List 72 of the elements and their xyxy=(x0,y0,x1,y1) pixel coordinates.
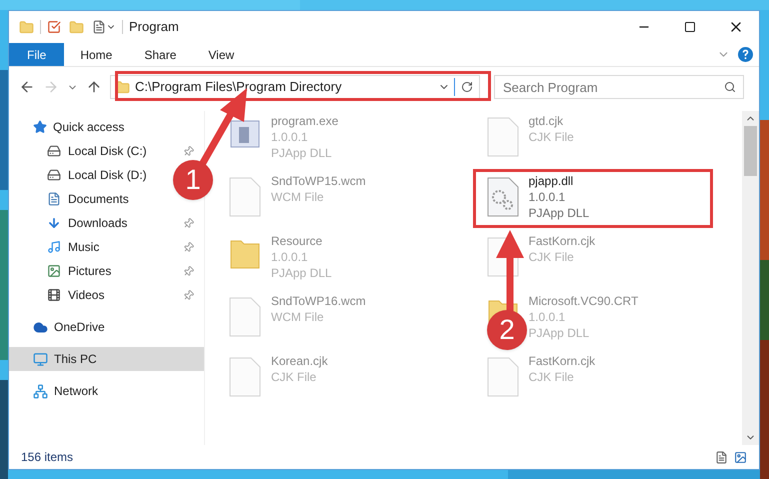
scrollbar[interactable] xyxy=(742,111,759,445)
nav-item[interactable]: Local Disk (C:) xyxy=(9,139,204,163)
scroll-thumb[interactable] xyxy=(744,126,757,176)
back-icon[interactable] xyxy=(19,79,35,95)
gear-file-icon xyxy=(486,177,518,217)
nav-item[interactable]: Documents xyxy=(9,187,133,211)
nav-item[interactable]: OneDrive xyxy=(9,315,204,339)
file-name: Resource xyxy=(271,233,324,249)
music-note-icon xyxy=(47,240,61,254)
nav-item[interactable]: Videos xyxy=(9,283,204,307)
blank-file-icon xyxy=(486,117,518,157)
drive-icon xyxy=(47,144,61,158)
ribbon-tab[interactable]: View xyxy=(192,43,250,66)
nav-item[interactable]: Network xyxy=(9,379,204,403)
monitor-icon xyxy=(33,352,48,366)
cloud-icon xyxy=(33,320,48,334)
network-icon xyxy=(33,384,48,398)
list-icon[interactable] xyxy=(92,20,106,34)
search-field[interactable]: Search Program xyxy=(494,75,744,99)
nav-item[interactable]: Pictures xyxy=(9,259,204,283)
picture-icon xyxy=(47,264,61,278)
file-name: pjapp.dll xyxy=(528,173,574,189)
file-name: gtd.cjk xyxy=(528,113,564,129)
file-detail: PJApp DLL xyxy=(528,205,590,221)
help-icon[interactable] xyxy=(738,47,753,62)
file-detail: PJApp DLL xyxy=(271,145,333,161)
file-detail: PJApp DLL xyxy=(528,325,590,341)
file-name: FastKorn.cjk xyxy=(528,353,596,369)
file-name: Microsoft.VC90.CRT xyxy=(528,293,638,309)
file-detail: 1.0.0.1 xyxy=(528,189,566,205)
nav-item[interactable]: Quick access xyxy=(9,115,204,139)
address-path: C:\Program Files\Program Directory xyxy=(135,78,342,96)
file-name: SndToWP16.wcm xyxy=(271,293,366,309)
nav-item[interactable]: Local Disk (D:) xyxy=(9,163,151,187)
file-detail: CJK File xyxy=(528,249,575,265)
blank-file-icon xyxy=(229,357,261,397)
window-title: Program xyxy=(129,18,179,36)
file-detail: PJApp DLL xyxy=(271,265,332,281)
ribbon-tab[interactable]: Home xyxy=(64,43,128,66)
file-detail: 1.0.0.1 xyxy=(271,129,309,145)
file-detail: CJK File xyxy=(271,369,318,385)
drive-icon xyxy=(47,168,61,182)
search-icon xyxy=(724,81,736,93)
film-icon xyxy=(47,288,61,302)
file-name: SndToWP15.wcm xyxy=(271,173,366,189)
file-detail: CJK File xyxy=(528,129,574,145)
properties-icon[interactable] xyxy=(47,20,61,34)
item-count: 156 items xyxy=(21,449,74,466)
up-icon[interactable] xyxy=(86,79,102,95)
file-name: program.exe xyxy=(271,113,338,129)
ribbon-tab[interactable]: File xyxy=(9,43,64,66)
file-detail: 1.0.0.1 xyxy=(528,309,566,325)
file-name: FastKorn.cjk xyxy=(528,233,596,249)
nav-item[interactable]: Music xyxy=(9,235,204,259)
blank-file-icon xyxy=(229,297,261,337)
refresh-icon[interactable] xyxy=(461,81,473,93)
arrow-down-icon xyxy=(47,216,61,230)
nav-item[interactable]: Downloads xyxy=(9,211,204,235)
star-icon xyxy=(33,120,47,134)
file-detail: WCM File xyxy=(271,189,325,205)
blank-file-icon xyxy=(486,357,518,397)
blank-file-icon xyxy=(229,177,261,217)
file-detail: WCM File xyxy=(271,309,325,325)
details-view-icon[interactable] xyxy=(715,450,728,464)
file-name: Korean.cjk xyxy=(271,353,328,369)
file-detail: CJK File xyxy=(528,369,575,385)
document-icon xyxy=(47,192,61,206)
large-icons-view-icon[interactable] xyxy=(734,450,747,464)
file-detail: 1.0.0.1 xyxy=(271,249,309,265)
ribbon-tab[interactable]: Share xyxy=(128,43,192,66)
maximize-icon xyxy=(684,21,696,33)
nav-item[interactable]: This PC xyxy=(9,347,204,371)
